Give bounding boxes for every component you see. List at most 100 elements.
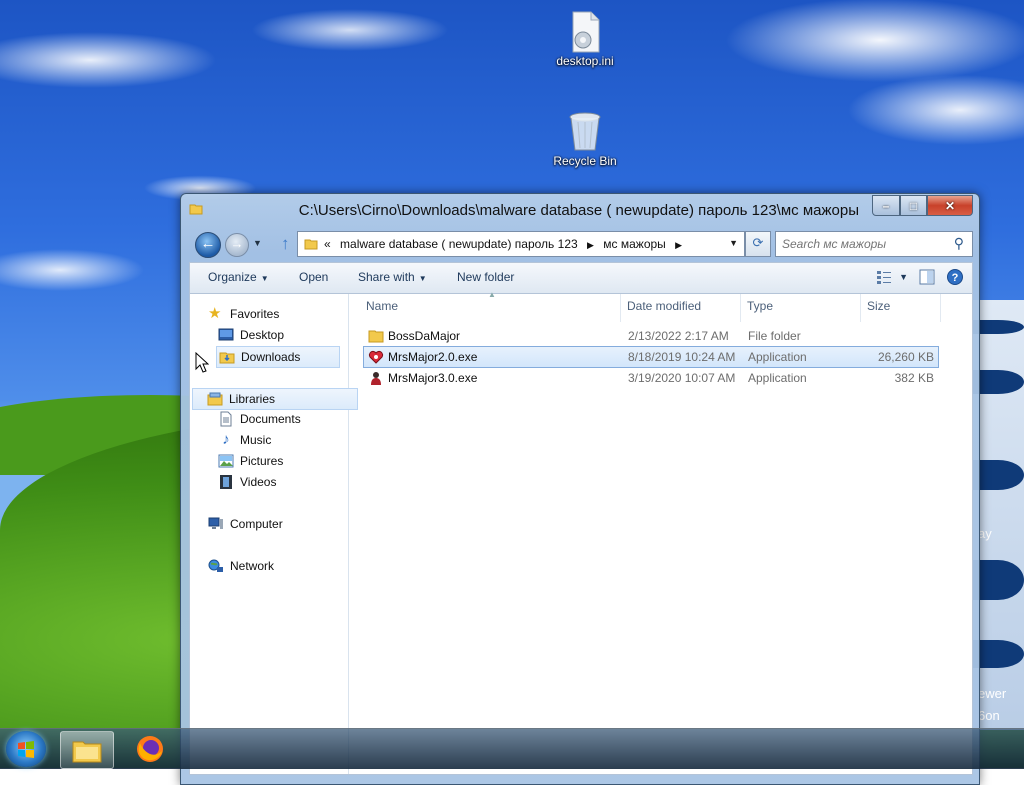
- libraries-icon: [207, 392, 223, 406]
- file-date: 2/13/2022 2:17 AM: [628, 329, 729, 343]
- chevron-down-icon: ▼: [260, 274, 269, 283]
- breadcrumb: « malware database ( newupdate) пароль 1…: [324, 237, 688, 251]
- help-icon[interactable]: ?: [946, 268, 964, 286]
- edge-text: ay: [978, 526, 992, 541]
- nav-label: Videos: [240, 475, 277, 489]
- nav-label: Documents: [240, 412, 301, 426]
- organize-button[interactable]: Organize ▼: [208, 270, 269, 284]
- address-bar[interactable]: « malware database ( newupdate) пароль 1…: [297, 231, 745, 257]
- nav-computer[interactable]: Computer: [208, 514, 283, 534]
- back-button[interactable]: ←: [195, 232, 221, 258]
- file-type: Application: [748, 350, 807, 364]
- content-area: ★ Favorites Desktop Downloads Libraries …: [189, 290, 973, 775]
- file-size: 382 KB: [894, 371, 934, 385]
- mouse-cursor-icon: [195, 352, 209, 373]
- caption-buttons: – □ ✕: [872, 195, 973, 216]
- folder-icon: [368, 330, 384, 343]
- recent-pages-dropdown[interactable]: ▼: [253, 238, 262, 248]
- desktop-icon-desktop-ini[interactable]: desktop.ini: [545, 10, 625, 68]
- file-name: MrsMajor3.0.exe: [388, 371, 478, 385]
- up-button[interactable]: ↑: [281, 234, 290, 254]
- computer-icon: [208, 517, 223, 529]
- videos-icon: [220, 475, 232, 489]
- file-date: 3/19/2020 10:07 AM: [628, 371, 736, 385]
- forward-button[interactable]: →: [225, 233, 249, 257]
- minimize-icon: –: [882, 198, 890, 213]
- close-icon: ✕: [944, 198, 956, 213]
- nav-videos[interactable]: Videos: [218, 472, 276, 492]
- open-button[interactable]: Open: [299, 270, 328, 284]
- file-date: 8/18/2019 10:24 AM: [628, 350, 736, 364]
- arrow-up-icon: ↑: [281, 234, 290, 253]
- star-icon: ★: [208, 305, 222, 322]
- share-with-label: Share with: [358, 270, 415, 284]
- file-row-mrsmajor3[interactable]: MrsMajor3.0.exe 3/19/2020 10:07 AM Appli…: [364, 368, 938, 388]
- nav-favorites[interactable]: ★ Favorites: [208, 304, 279, 324]
- nav-documents[interactable]: Documents: [218, 409, 301, 429]
- nav-network[interactable]: Network: [208, 556, 274, 576]
- downloads-folder-icon: [219, 352, 235, 364]
- folder-icon: [304, 239, 318, 250]
- explorer-icon: [72, 741, 102, 763]
- taskbar-explorer-button[interactable]: [60, 731, 114, 769]
- command-bar: Organize ▼ Open Share with ▼ New folder ▼ …: [189, 262, 973, 294]
- column-divider[interactable]: [620, 294, 621, 322]
- file-type: File folder: [748, 329, 801, 343]
- maximize-button[interactable]: □: [900, 195, 927, 216]
- details-view-icon: [877, 271, 892, 284]
- view-controls: ▼ ?: [875, 268, 964, 286]
- search-input[interactable]: [780, 235, 944, 253]
- nav-label: Downloads: [241, 350, 301, 364]
- refresh-button[interactable]: ⟳: [745, 231, 771, 257]
- taskbar: [0, 728, 1024, 769]
- nav-desktop[interactable]: Desktop: [218, 325, 284, 345]
- desktop-icon-recycle-bin[interactable]: Recycle Bin: [545, 110, 625, 168]
- pictures-icon: [218, 454, 234, 468]
- preview-pane-icon[interactable]: [918, 268, 936, 286]
- search-icon[interactable]: ⚲: [954, 235, 964, 252]
- start-button[interactable]: [6, 731, 46, 767]
- column-header-size[interactable]: Size: [867, 299, 890, 313]
- settings-file-icon: [565, 10, 605, 53]
- nav-label: Desktop: [240, 328, 285, 342]
- breadcrumb-item[interactable]: мс мажоры: [603, 237, 666, 251]
- window-title: C:\Users\Cirno\Downloads\malware databas…: [298, 202, 859, 219]
- nav-pictures[interactable]: Pictures: [218, 451, 283, 471]
- figure-app-icon: [371, 372, 381, 385]
- breadcrumb-overflow[interactable]: «: [324, 237, 331, 251]
- nav-label: Favorites: [230, 307, 280, 321]
- address-dropdown-button[interactable]: ▼: [729, 238, 738, 248]
- arrow-right-icon: →: [230, 236, 244, 251]
- breadcrumb-item[interactable]: malware database ( newupdate) пароль 123: [340, 237, 578, 251]
- column-header-name[interactable]: Name: [366, 299, 398, 313]
- new-folder-button[interactable]: New folder: [457, 270, 514, 284]
- close-button[interactable]: ✕: [927, 195, 973, 216]
- column-header-type[interactable]: Type: [747, 299, 773, 313]
- file-row-mrsmajor2[interactable]: MrsMajor2.0.exe 8/18/2019 10:24 AM Appli…: [363, 346, 939, 368]
- file-list: Name ▲ Date modified Type Size BossDaMaj…: [350, 290, 970, 774]
- column-divider[interactable]: [860, 294, 861, 322]
- column-divider[interactable]: [940, 294, 941, 322]
- change-view-button[interactable]: ▼: [875, 268, 908, 286]
- taskbar-firefox-button[interactable]: [126, 731, 178, 767]
- chevron-down-icon: ▼: [418, 274, 427, 283]
- nav-label: Computer: [230, 517, 283, 531]
- nav-libraries[interactable]: Libraries: [192, 388, 358, 410]
- organize-label: Organize: [208, 270, 257, 284]
- chevron-down-icon: ▼: [729, 238, 738, 248]
- file-row-bossdamajor[interactable]: BossDaMajor 2/13/2022 2:17 AM File folde…: [364, 326, 938, 346]
- title-bar[interactable]: C:\Users\Cirno\Downloads\malware databas…: [181, 194, 979, 222]
- column-header-date[interactable]: Date modified: [627, 299, 701, 313]
- desktop-icon: [218, 328, 234, 341]
- search-box[interactable]: ⚲: [775, 231, 973, 257]
- nav-music[interactable]: ♪ Music: [218, 430, 271, 450]
- edge-text: ewer: [978, 686, 1007, 701]
- chevron-right-icon[interactable]: ▶: [587, 240, 594, 250]
- heart-app-icon: [368, 350, 384, 364]
- file-size: 26,260 KB: [877, 350, 934, 364]
- nav-downloads[interactable]: Downloads: [216, 346, 340, 368]
- column-divider[interactable]: [740, 294, 741, 322]
- chevron-right-icon[interactable]: ▶: [675, 240, 682, 250]
- share-with-button[interactable]: Share with ▼: [358, 270, 427, 284]
- minimize-button[interactable]: –: [872, 195, 900, 216]
